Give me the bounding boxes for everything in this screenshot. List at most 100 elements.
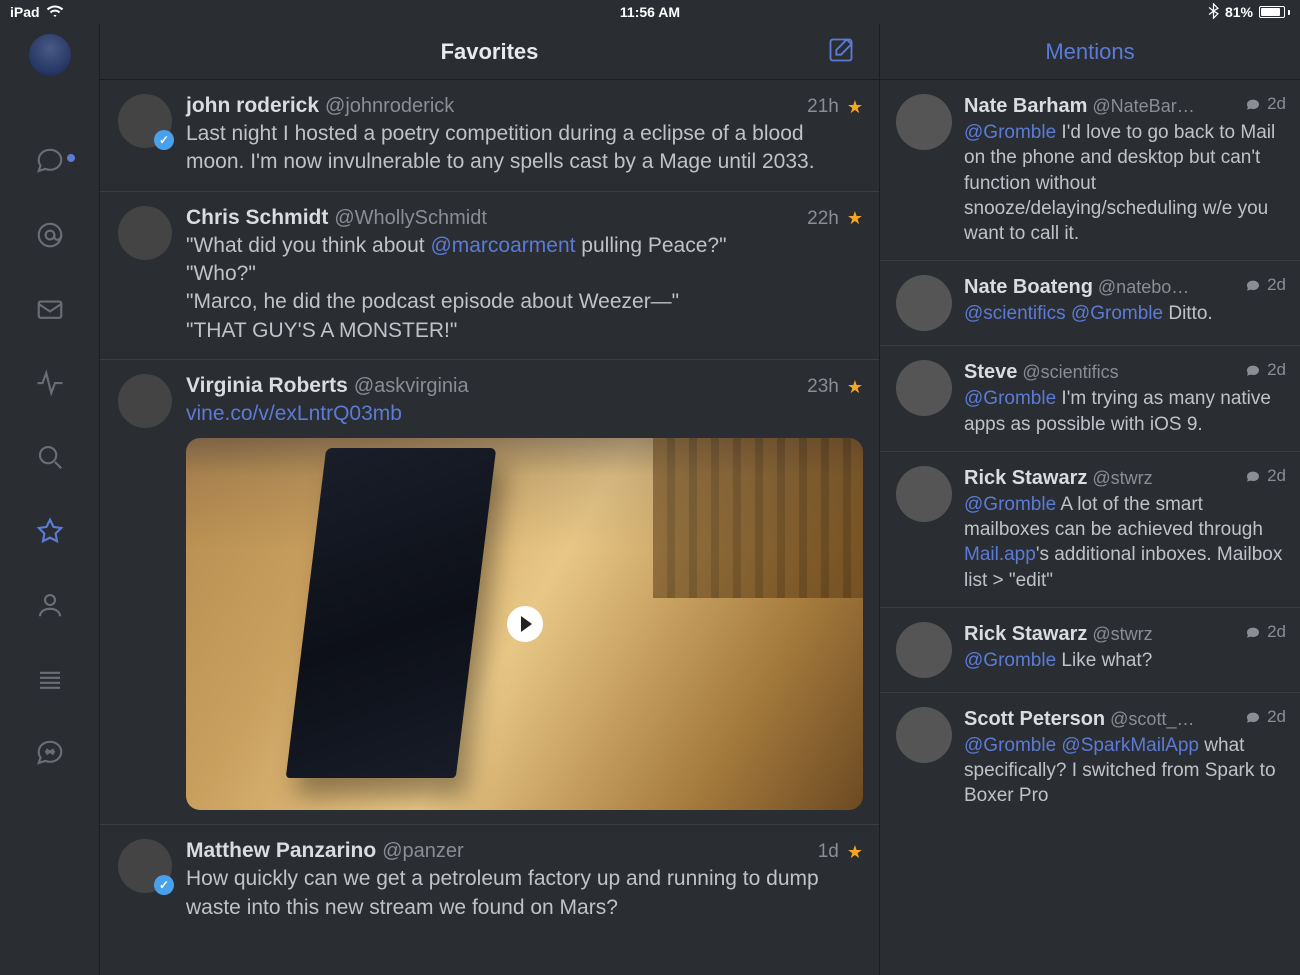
battery-icon: [1259, 6, 1290, 18]
avatar[interactable]: [118, 206, 172, 260]
tweet-text: "What did you think about @marcoarment p…: [186, 232, 863, 345]
nav-messages[interactable]: [0, 272, 99, 346]
nav-muted[interactable]: [0, 716, 99, 790]
avatar[interactable]: [896, 360, 952, 416]
bluetooth-icon: [1208, 3, 1219, 22]
user-handle: @stwrz: [1092, 624, 1152, 645]
nav-timeline[interactable]: [0, 124, 99, 198]
avatar[interactable]: [896, 275, 952, 331]
mention-row[interactable]: Nate Boateng @natebo… 2d @scientifics @G…: [880, 261, 1300, 346]
user-handle: @panzer: [382, 840, 463, 863]
reply-bubble-icon: [1245, 97, 1261, 111]
mention-row[interactable]: Steve @scientifics 2d @Gromble I'm tryin…: [880, 346, 1300, 452]
mention-link[interactable]: @Gromble @SparkMailApp: [964, 735, 1199, 756]
user-handle: @NateBar…: [1092, 96, 1194, 117]
nav-search[interactable]: [0, 420, 99, 494]
mention-text: @scientifics @Gromble Ditto.: [964, 301, 1286, 326]
text-link[interactable]: Mail.app: [964, 544, 1036, 565]
avatar[interactable]: [896, 622, 952, 678]
page-title: Favorites: [441, 39, 539, 65]
mention-link[interactable]: @Gromble: [964, 388, 1056, 409]
mention-text: @Gromble I'm trying as many native apps …: [964, 386, 1286, 437]
favorites-column: Favorites john roderick @johnroderick 21…: [100, 24, 880, 975]
reply-bubble-icon: [1245, 625, 1261, 639]
favorited-star-icon[interactable]: ★: [847, 208, 863, 229]
timestamp: 2d: [1267, 360, 1286, 380]
device-label: iPad: [10, 4, 40, 20]
avatar[interactable]: [896, 94, 952, 150]
clock: 11:56 AM: [620, 4, 680, 20]
mentions-title: Mentions: [1045, 39, 1134, 65]
reply-bubble-icon: [1245, 710, 1261, 724]
mentions-column: Mentions Nate Barham @NateBar… 2d @Gromb…: [880, 24, 1300, 975]
display-name: Rick Stawarz: [964, 467, 1087, 490]
nav-favorites[interactable]: [0, 494, 99, 568]
mention-link[interactable]: @scientifics @Gromble: [964, 303, 1163, 324]
mentions-feed[interactable]: Nate Barham @NateBar… 2d @Gromble I'd lo…: [880, 80, 1300, 975]
timestamp: 21h: [807, 96, 839, 118]
status-bar: iPad 11:56 AM 81%: [0, 0, 1300, 24]
tweet-text: How quickly can we get a petroleum facto…: [186, 865, 863, 922]
display-name: Virginia Roberts: [186, 374, 348, 398]
sidebar: [0, 24, 100, 975]
tweet-row[interactable]: john roderick @johnroderick 21h ★ Last n…: [100, 80, 879, 192]
nav-profile[interactable]: [0, 568, 99, 642]
tweet-text: Last night I hosted a poetry competition…: [186, 120, 863, 177]
user-handle: @stwrz: [1092, 468, 1152, 489]
display-name: Matthew Panzarino: [186, 839, 376, 863]
avatar[interactable]: [118, 374, 172, 428]
mention-row[interactable]: Scott Peterson @scott_… 2d @Gromble @Spa…: [880, 693, 1300, 823]
verified-badge-icon: [154, 130, 174, 150]
timestamp: 2d: [1267, 466, 1286, 486]
user-handle: @johnroderick: [325, 95, 454, 118]
nav-lists[interactable]: [0, 642, 99, 716]
display-name: Chris Schmidt: [186, 206, 328, 230]
tweet-row[interactable]: Virginia Roberts @askvirginia 23h ★ vine…: [100, 360, 879, 825]
avatar[interactable]: [896, 707, 952, 763]
display-name: Scott Peterson: [964, 708, 1105, 731]
verified-badge-icon: [154, 875, 174, 895]
mention-link[interactable]: @Gromble: [964, 650, 1056, 671]
video-thumbnail[interactable]: [186, 438, 863, 810]
timestamp: 2d: [1267, 275, 1286, 295]
mention-row[interactable]: Rick Stawarz @stwrz 2d @Gromble A lot of…: [880, 452, 1300, 608]
account-avatar[interactable]: [29, 34, 71, 76]
reply-bubble-icon: [1245, 278, 1261, 292]
mention-link[interactable]: @Gromble: [964, 494, 1056, 515]
timestamp: 2d: [1267, 94, 1286, 114]
reply-bubble-icon: [1245, 363, 1261, 377]
mention-text: @Gromble I'd love to go back to Mail on …: [964, 120, 1286, 246]
user-handle: @askvirginia: [354, 375, 469, 398]
tweet-row[interactable]: Chris Schmidt @WhollySchmidt 22h ★ "What…: [100, 192, 879, 360]
compose-button[interactable]: [827, 36, 857, 66]
display-name: john roderick: [186, 94, 319, 118]
favorites-feed[interactable]: john roderick @johnroderick 21h ★ Last n…: [100, 80, 879, 975]
tweet-row[interactable]: Matthew Panzarino @panzer 1d ★ How quick…: [100, 825, 879, 936]
mentions-header[interactable]: Mentions: [880, 24, 1300, 80]
mention-link[interactable]: @Gromble: [964, 122, 1056, 143]
user-handle: @WhollySchmidt: [334, 207, 487, 230]
battery-percent: 81%: [1225, 4, 1253, 20]
avatar[interactable]: [896, 466, 952, 522]
timestamp: 23h: [807, 376, 839, 398]
avatar[interactable]: [118, 94, 172, 148]
tweet-text: vine.co/v/exLntrQ03mb: [186, 400, 863, 428]
favorited-star-icon[interactable]: ★: [847, 842, 863, 863]
avatar[interactable]: [118, 839, 172, 893]
display-name: Nate Boateng: [964, 276, 1093, 299]
nav-mentions[interactable]: [0, 198, 99, 272]
mention-row[interactable]: Rick Stawarz @stwrz 2d @Gromble Like wha…: [880, 608, 1300, 693]
favorited-star-icon[interactable]: ★: [847, 377, 863, 398]
favorited-star-icon[interactable]: ★: [847, 97, 863, 118]
timestamp: 1d: [818, 841, 839, 863]
display-name: Steve: [964, 361, 1017, 384]
mention-link[interactable]: @marcoarment: [430, 234, 575, 257]
mention-text: @Gromble A lot of the smart mailboxes ca…: [964, 492, 1286, 593]
mention-row[interactable]: Nate Barham @NateBar… 2d @Gromble I'd lo…: [880, 80, 1300, 261]
tweet-link[interactable]: vine.co/v/exLntrQ03mb: [186, 402, 402, 425]
display-name: Nate Barham: [964, 95, 1087, 118]
nav-activity[interactable]: [0, 346, 99, 420]
timestamp: 2d: [1267, 707, 1286, 727]
play-button-icon[interactable]: [507, 606, 543, 642]
timestamp: 2d: [1267, 622, 1286, 642]
